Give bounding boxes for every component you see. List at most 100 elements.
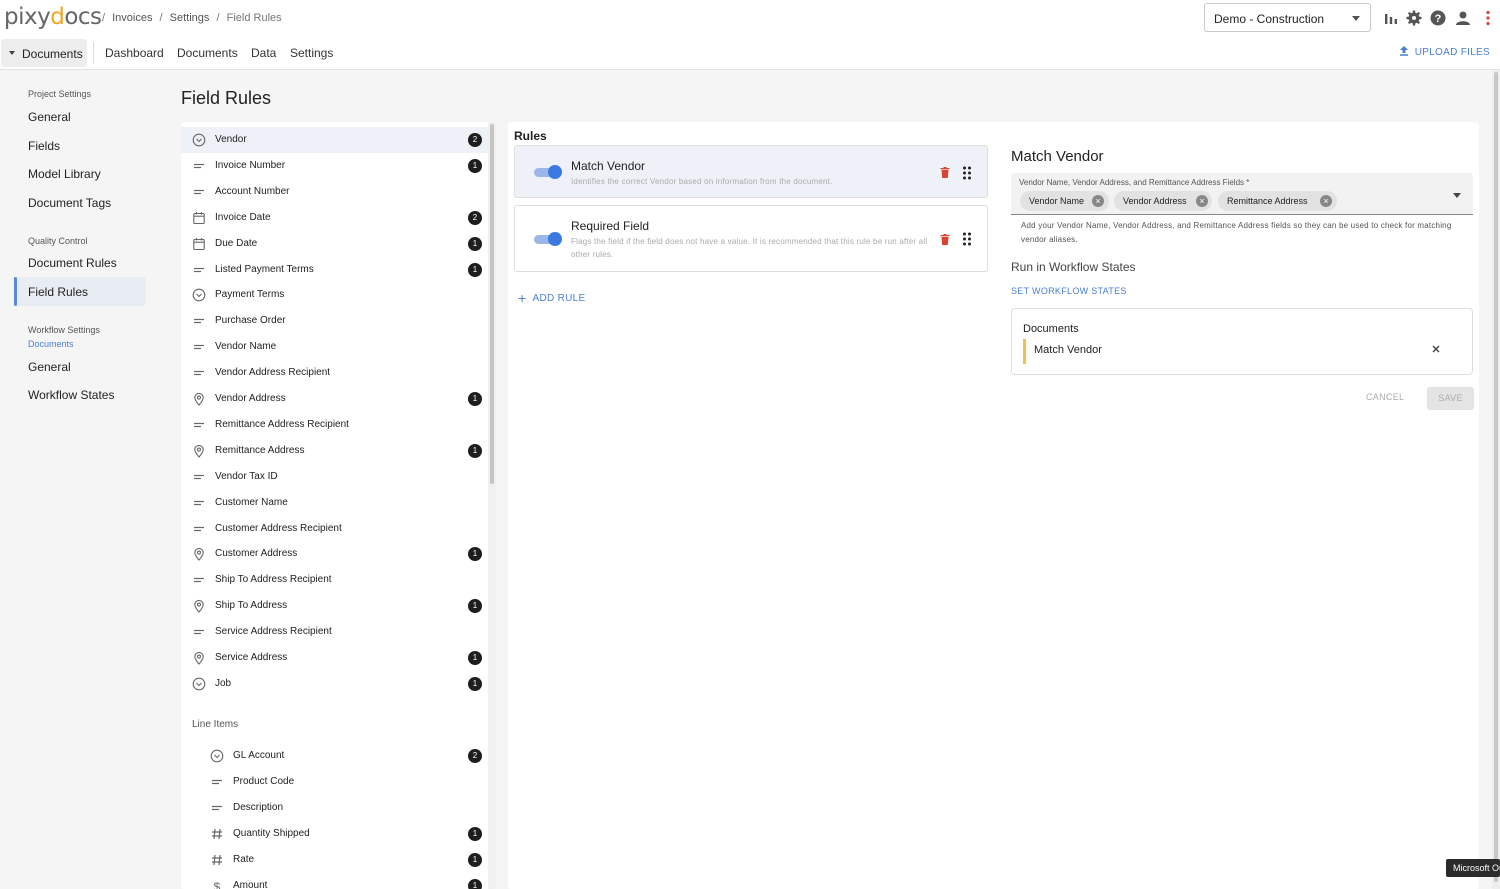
rule-count-badge: 1: [468, 879, 482, 889]
nav-data[interactable]: Data: [251, 46, 276, 60]
sidebar-item-document-rules[interactable]: Document Rules: [28, 256, 117, 270]
field-row-rate[interactable]: Rate 1: [181, 847, 488, 873]
sidebar-item-fields[interactable]: Fields: [28, 139, 60, 153]
nav-settings[interactable]: Settings: [290, 46, 333, 60]
user-icon[interactable]: [1454, 9, 1472, 27]
field-row-product-code[interactable]: Product Code: [181, 769, 488, 795]
sidebar-item-workflow-general[interactable]: General: [28, 360, 71, 374]
field-row-customer-name[interactable]: Customer Name: [181, 490, 488, 516]
page-scrollbar[interactable]: [1494, 72, 1498, 882]
chip-remove-icon[interactable]: ×: [1092, 195, 1104, 207]
field-row-quantity-shipped[interactable]: Quantity Shipped 1: [181, 821, 488, 847]
field-list-panel: Line Items Vendor 2 Invoice Number 1 Account…: [181, 122, 496, 889]
text-lines-icon: [192, 314, 206, 328]
cancel-button[interactable]: CANCEL: [1366, 392, 1404, 402]
field-row-vendor-address-recipient[interactable]: Vendor Address Recipient: [181, 360, 488, 386]
field-row-customer-address[interactable]: Customer Address 1: [181, 541, 488, 567]
documents-menu[interactable]: Documents: [1, 39, 87, 67]
sidebar-workflow-subtitle[interactable]: Documents: [28, 339, 74, 349]
project-select[interactable]: Demo - Construction: [1204, 3, 1371, 32]
field-row-job[interactable]: Job 1: [181, 671, 488, 697]
breadcrumb-invoices[interactable]: Invoices: [112, 12, 152, 24]
field-row-account-number[interactable]: Account Number: [181, 179, 488, 205]
field-row-listed-payment-terms[interactable]: Listed Payment Terms 1: [181, 257, 488, 283]
chip-remove-icon[interactable]: ×: [1320, 195, 1332, 207]
location-pin-icon: [192, 392, 206, 406]
nav-documents[interactable]: Documents: [177, 46, 238, 60]
pixydocs-logo[interactable]: pixydocs: [4, 4, 102, 30]
field-row-gl-account[interactable]: GL Account 2: [181, 743, 488, 769]
circle-chevron-icon: [192, 677, 206, 691]
sidebar-item-workflow-states[interactable]: Workflow States: [28, 388, 114, 402]
field-row-ship-to-address[interactable]: Ship To Address 1: [181, 593, 488, 619]
bar-chart-icon[interactable]: [1382, 9, 1400, 27]
dropdown-arrow-icon[interactable]: [1453, 193, 1461, 198]
field-row-vendor[interactable]: Vendor 2: [181, 127, 488, 153]
circle-chevron-icon: [192, 133, 206, 147]
field-row-description[interactable]: Description: [181, 795, 488, 821]
field-row-vendor-name[interactable]: Vendor Name: [181, 334, 488, 360]
add-rule-button[interactable]: + ADD RULE: [518, 290, 585, 306]
field-row-service-address[interactable]: Service Address 1: [181, 645, 488, 671]
field-row-invoice-number[interactable]: Invoice Number 1: [181, 153, 488, 179]
rules-heading: Rules: [514, 129, 547, 143]
field-row-purchase-order[interactable]: Purchase Order: [181, 308, 488, 334]
chip-remittance-address[interactable]: Remittance Address ×: [1218, 191, 1337, 211]
rule-count-badge: 1: [468, 676, 482, 691]
field-list-scrollbar[interactable]: [490, 124, 494, 484]
rule-toggle-required-field[interactable]: [534, 232, 562, 246]
sidebar-item-field-rules[interactable]: Field Rules: [28, 285, 88, 299]
save-button[interactable]: SAVE: [1427, 387, 1474, 410]
field-row-due-date[interactable]: Due Date 1: [181, 231, 488, 257]
rules-panel: Rules Match Vendor Identifies the correc…: [508, 122, 1479, 889]
field-row-vendor-tax-id[interactable]: Vendor Tax ID: [181, 464, 488, 490]
field-row-service-address-recipient[interactable]: Service Address Recipient: [181, 619, 488, 645]
field-row-amount[interactable]: $ Amount 1: [181, 873, 488, 889]
chip-label: Remittance Address: [1227, 196, 1308, 206]
upload-files-button[interactable]: UPLOAD FILES: [1399, 46, 1490, 58]
rule-toggle-match-vendor[interactable]: [534, 165, 562, 179]
rule-editor-title: Match Vendor: [1011, 148, 1104, 165]
nav-dashboard[interactable]: Dashboard: [105, 46, 164, 60]
close-icon[interactable]: [1430, 343, 1442, 355]
field-row-invoice-date[interactable]: Invoice Date 2: [181, 205, 488, 231]
field-name: Invoice Number: [215, 159, 286, 171]
field-name: Payment Terms: [215, 289, 285, 301]
trash-icon[interactable]: [940, 234, 950, 245]
gear-icon[interactable]: [1405, 9, 1423, 27]
rule-count-badge: 2: [468, 749, 482, 763]
drag-handle-icon[interactable]: [962, 166, 972, 180]
trash-icon[interactable]: [940, 167, 950, 178]
sidebar-item-general[interactable]: General: [28, 110, 71, 124]
rule-card-match-vendor[interactable]: Match Vendor Identifies the correct Vend…: [514, 145, 988, 198]
rule-count-badge: 1: [468, 236, 482, 251]
vendor-fields-label: Vendor Name, Vendor Address, and Remitta…: [1019, 178, 1250, 187]
sidebar-item-model-library[interactable]: Model Library: [28, 167, 101, 181]
field-row-payment-terms[interactable]: Payment Terms: [181, 282, 488, 308]
field-row-ship-to-address-recipient[interactable]: Ship To Address Recipient: [181, 567, 488, 593]
field-name: Ship To Address: [215, 600, 288, 612]
chip-vendor-name[interactable]: Vendor Name ×: [1020, 191, 1109, 211]
chip-remove-icon[interactable]: ×: [1196, 195, 1208, 207]
logo-text: pixydocs: [4, 4, 102, 30]
svg-text:?: ?: [1435, 13, 1442, 25]
field-row-remittance-address[interactable]: Remittance Address 1: [181, 438, 488, 464]
breadcrumb-settings[interactable]: Settings: [170, 12, 210, 24]
drag-handle-icon[interactable]: [962, 232, 972, 246]
rule-card-required-field[interactable]: Required Field Flags the field if the fi…: [514, 205, 988, 272]
field-row-vendor-address[interactable]: Vendor Address 1: [181, 386, 488, 412]
field-row-customer-address-recipient[interactable]: Customer Address Recipient: [181, 516, 488, 542]
chip-vendor-address[interactable]: Vendor Address ×: [1114, 191, 1212, 211]
sidebar-item-document-tags[interactable]: Document Tags: [28, 196, 111, 210]
more-vertical-icon[interactable]: [1479, 9, 1497, 27]
rule-count-badge: 1: [468, 651, 482, 665]
field-row-remittance-address-recipient[interactable]: Remittance Address Recipient: [181, 412, 488, 438]
field-name: Quantity Shipped: [233, 828, 310, 839]
set-workflow-states-button[interactable]: SET WORKFLOW STATES: [1011, 286, 1127, 296]
documents-menu-label: Documents: [22, 47, 83, 61]
help-icon[interactable]: ?: [1429, 9, 1447, 27]
vendor-fields-select[interactable]: Vendor Name, Vendor Address, and Remitta…: [1011, 173, 1473, 215]
rule-count-badge: 1: [468, 599, 482, 614]
text-lines-icon: [192, 185, 206, 199]
text-lines-icon: [192, 366, 206, 380]
